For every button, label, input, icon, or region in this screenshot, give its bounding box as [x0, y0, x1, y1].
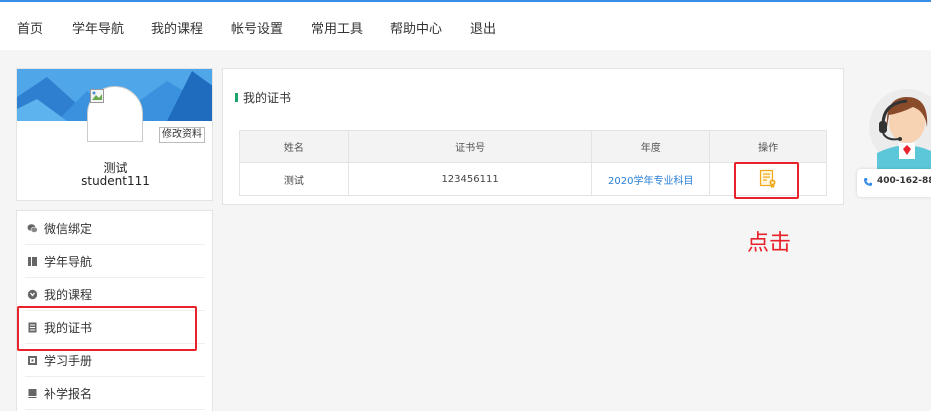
sidebar-item-label: 学年导航: [44, 254, 93, 269]
avatar[interactable]: [87, 86, 143, 142]
course-icon: [27, 289, 38, 299]
cell-number: 123456111: [347, 162, 593, 196]
phone-badge: 400-162-88: [857, 169, 931, 197]
column-header-year: 年度: [591, 130, 711, 163]
cell-year[interactable]: 2020学年专业科目: [591, 162, 711, 196]
handbook-icon: [28, 355, 37, 365]
customer-service-widget[interactable]: 400-162-88: [855, 83, 931, 200]
sidebar-item-label: 学习手册: [44, 353, 93, 368]
phone-icon: [864, 178, 872, 186]
sidebar-item-wechat-binding[interactable]: 微信绑定: [25, 212, 205, 245]
highlight-box-menu: [17, 306, 197, 351]
nav-year-guide[interactable]: 学年导航: [72, 18, 124, 37]
title-accent-bar: [235, 93, 238, 102]
nav-logout[interactable]: 退出: [470, 18, 496, 37]
top-navigation: 首页 学年导航 我的课程 帐号设置 常用工具 帮助中心 退出: [0, 0, 931, 50]
sidebar-item-label: 微信绑定: [44, 221, 93, 236]
nav-help-center[interactable]: 帮助中心: [390, 18, 442, 37]
cell-name: 测试: [239, 162, 349, 196]
click-hint-text: 点击: [747, 231, 792, 256]
phone-number: 400-162-88: [877, 176, 931, 186]
wechat-icon: [27, 223, 38, 233]
column-header-name: 姓名: [239, 130, 349, 163]
column-header-action: 操作: [709, 130, 827, 163]
edit-profile-button[interactable]: 修改资料: [159, 127, 205, 143]
highlight-box-action: [734, 162, 799, 199]
book-icon: [28, 256, 37, 266]
nav-account-settings[interactable]: 帐号设置: [231, 18, 283, 37]
nav-common-tools[interactable]: 常用工具: [311, 18, 363, 37]
nav-home[interactable]: 首页: [17, 18, 43, 37]
nav-my-courses[interactable]: 我的课程: [151, 18, 203, 37]
register-icon: [28, 388, 37, 398]
table-header-row: 姓名 证书号 年度 操作: [239, 130, 827, 163]
panel-title: 我的证书: [243, 91, 292, 105]
profile-card: 修改资料 测试 student111: [16, 68, 213, 201]
column-header-number: 证书号: [347, 130, 593, 163]
broken-image-icon: [90, 89, 104, 103]
customer-service-avatar-icon: [869, 89, 931, 169]
profile-username: student111: [81, 174, 150, 188]
sidebar-item-makeup-registration[interactable]: 补学报名: [25, 377, 205, 410]
sidebar-item-label: 我的课程: [44, 287, 93, 302]
sidebar-item-label: 补学报名: [44, 386, 93, 401]
sidebar-item-year-guide[interactable]: 学年导航: [25, 245, 205, 278]
